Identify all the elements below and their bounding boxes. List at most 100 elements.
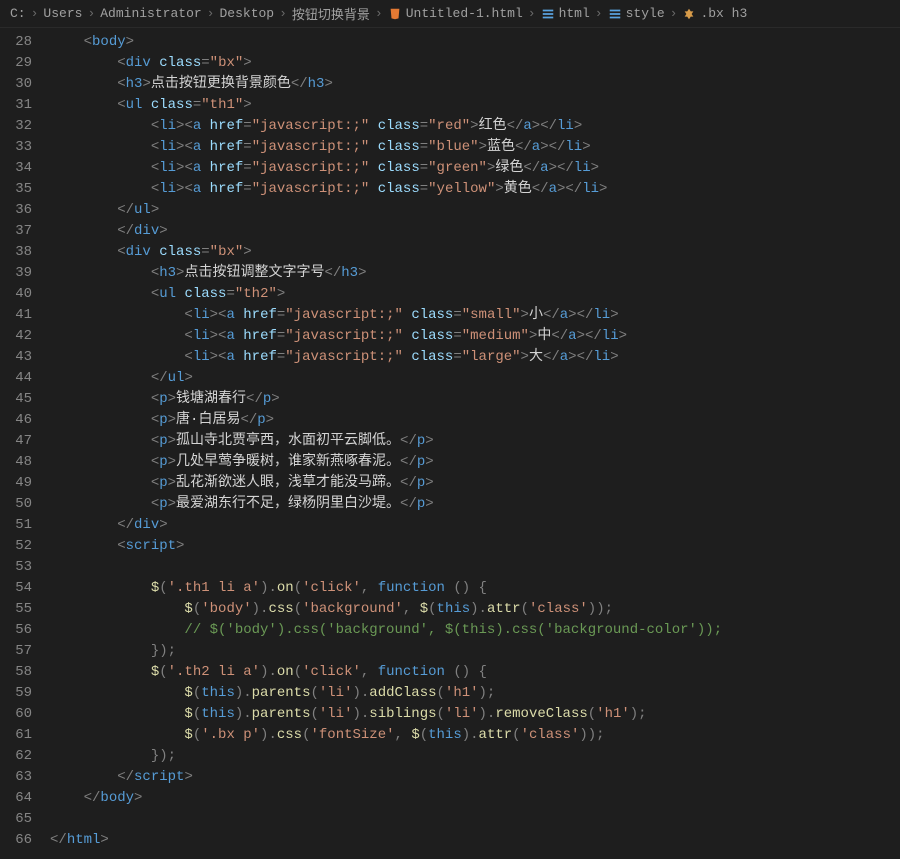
breadcrumb-item[interactable]: Administrator [100, 6, 201, 21]
code-line[interactable]: <p>钱塘湖春行</p> [50, 389, 900, 410]
code-line[interactable]: </div> [50, 515, 900, 536]
breadcrumb-label: .bx h3 [700, 6, 747, 21]
line-number: 36 [0, 200, 32, 221]
line-number: 54 [0, 578, 32, 599]
code-line[interactable]: <p>最爱湖东行不足，绿杨阴里白沙堤。</p> [50, 494, 900, 515]
breadcrumb-label: 按钮切换背景 [292, 4, 370, 23]
code-line[interactable]: }); [50, 641, 900, 662]
breadcrumb-label: Users [43, 6, 82, 21]
code-line[interactable]: <h3>点击按钮调整文字字号</h3> [50, 263, 900, 284]
breadcrumb-label: style [626, 6, 665, 21]
line-number: 38 [0, 242, 32, 263]
line-number: 37 [0, 221, 32, 242]
breadcrumb-label: Untitled-1.html [406, 6, 523, 21]
code-line[interactable]: // $('body').css('background', $(this).c… [50, 620, 900, 641]
code-line[interactable]: }); [50, 746, 900, 767]
code-line[interactable]: <p>乱花渐欲迷人眼，浅草才能没马蹄。</p> [50, 473, 900, 494]
breadcrumb-label: Desktop [219, 6, 274, 21]
code-content[interactable]: <body> <div class="bx"> <h3>点击按钮更换背景颜色</… [50, 32, 900, 851]
line-number: 47 [0, 431, 32, 452]
breadcrumb-item[interactable]: Desktop [219, 6, 274, 21]
line-number: 63 [0, 767, 32, 788]
code-line[interactable]: </html> [50, 830, 900, 851]
code-line[interactable]: <p>孤山寺北贾亭西，水面初平云脚低。</p> [50, 431, 900, 452]
symbol-class-icon [682, 7, 696, 21]
line-number: 62 [0, 746, 32, 767]
code-line[interactable]: </script> [50, 767, 900, 788]
line-number: 31 [0, 95, 32, 116]
line-number: 57 [0, 641, 32, 662]
breadcrumb-item[interactable]: Untitled-1.html [388, 6, 523, 21]
chevron-right-icon: › [87, 6, 95, 21]
file-html-icon [388, 7, 402, 21]
breadcrumb-item[interactable]: style [608, 6, 665, 21]
line-number: 49 [0, 473, 32, 494]
code-line[interactable]: <ul class="th2"> [50, 284, 900, 305]
line-number: 40 [0, 284, 32, 305]
line-number: 60 [0, 704, 32, 725]
code-line[interactable]: $('.th2 li a').on('click', function () { [50, 662, 900, 683]
code-line[interactable]: <li><a href="javascript:;" class="green"… [50, 158, 900, 179]
line-number: 35 [0, 179, 32, 200]
code-line[interactable]: </div> [50, 221, 900, 242]
line-number: 55 [0, 599, 32, 620]
code-line[interactable]: $('.th1 li a').on('click', function () { [50, 578, 900, 599]
code-line[interactable]: $('.bx p').css('fontSize', $(this).attr(… [50, 725, 900, 746]
code-line[interactable]: </ul> [50, 200, 900, 221]
code-line[interactable]: $(this).parents('li').addClass('h1'); [50, 683, 900, 704]
code-line[interactable]: <li><a href="javascript:;" class="medium… [50, 326, 900, 347]
line-number: 46 [0, 410, 32, 431]
code-line[interactable]: <ul class="th1"> [50, 95, 900, 116]
chevron-right-icon: › [279, 6, 287, 21]
line-number: 66 [0, 830, 32, 851]
code-line[interactable]: <p>几处早莺争暖树，谁家新燕啄春泥。</p> [50, 452, 900, 473]
symbol-struct-icon [608, 7, 622, 21]
code-line[interactable]: <p>唐·白居易</p> [50, 410, 900, 431]
code-line[interactable]: <script> [50, 536, 900, 557]
chevron-right-icon: › [375, 6, 383, 21]
code-line[interactable]: <li><a href="javascript:;" class="small"… [50, 305, 900, 326]
line-gutter: 2829303132333435363738394041424344454647… [0, 32, 50, 851]
chevron-right-icon: › [207, 6, 215, 21]
code-line[interactable]: <li><a href="javascript:;" class="blue">… [50, 137, 900, 158]
line-number: 48 [0, 452, 32, 473]
line-number: 52 [0, 536, 32, 557]
breadcrumb-label: html [559, 6, 590, 21]
breadcrumb-item[interactable]: html [541, 6, 590, 21]
line-number: 32 [0, 116, 32, 137]
code-line[interactable]: </ul> [50, 368, 900, 389]
chevron-right-icon: › [670, 6, 678, 21]
line-number: 61 [0, 725, 32, 746]
breadcrumb-item[interactable]: .bx h3 [682, 6, 747, 21]
line-number: 64 [0, 788, 32, 809]
line-number: 43 [0, 347, 32, 368]
line-number: 53 [0, 557, 32, 578]
code-line[interactable]: <li><a href="javascript:;" class="yellow… [50, 179, 900, 200]
code-editor[interactable]: 2829303132333435363738394041424344454647… [0, 28, 900, 851]
code-line[interactable]: <h3>点击按钮更换背景颜色</h3> [50, 74, 900, 95]
line-number: 41 [0, 305, 32, 326]
breadcrumb-item[interactable]: C: [10, 6, 26, 21]
code-line[interactable]: <div class="bx"> [50, 242, 900, 263]
symbol-struct-icon [541, 7, 555, 21]
code-line[interactable]: $('body').css('background', $(this).attr… [50, 599, 900, 620]
line-number: 34 [0, 158, 32, 179]
code-line[interactable] [50, 809, 900, 830]
code-line[interactable]: $(this).parents('li').siblings('li').rem… [50, 704, 900, 725]
line-number: 33 [0, 137, 32, 158]
line-number: 50 [0, 494, 32, 515]
breadcrumb-label: C: [10, 6, 26, 21]
line-number: 30 [0, 74, 32, 95]
code-line[interactable]: <li><a href="javascript:;" class="large"… [50, 347, 900, 368]
code-line[interactable] [50, 557, 900, 578]
breadcrumb-item[interactable]: Users [43, 6, 82, 21]
code-line[interactable]: </body> [50, 788, 900, 809]
line-number: 58 [0, 662, 32, 683]
code-line[interactable]: <li><a href="javascript:;" class="red">红… [50, 116, 900, 137]
line-number: 65 [0, 809, 32, 830]
line-number: 45 [0, 389, 32, 410]
line-number: 29 [0, 53, 32, 74]
code-line[interactable]: <div class="bx"> [50, 53, 900, 74]
code-line[interactable]: <body> [50, 32, 900, 53]
breadcrumb-item[interactable]: 按钮切换背景 [292, 4, 370, 23]
